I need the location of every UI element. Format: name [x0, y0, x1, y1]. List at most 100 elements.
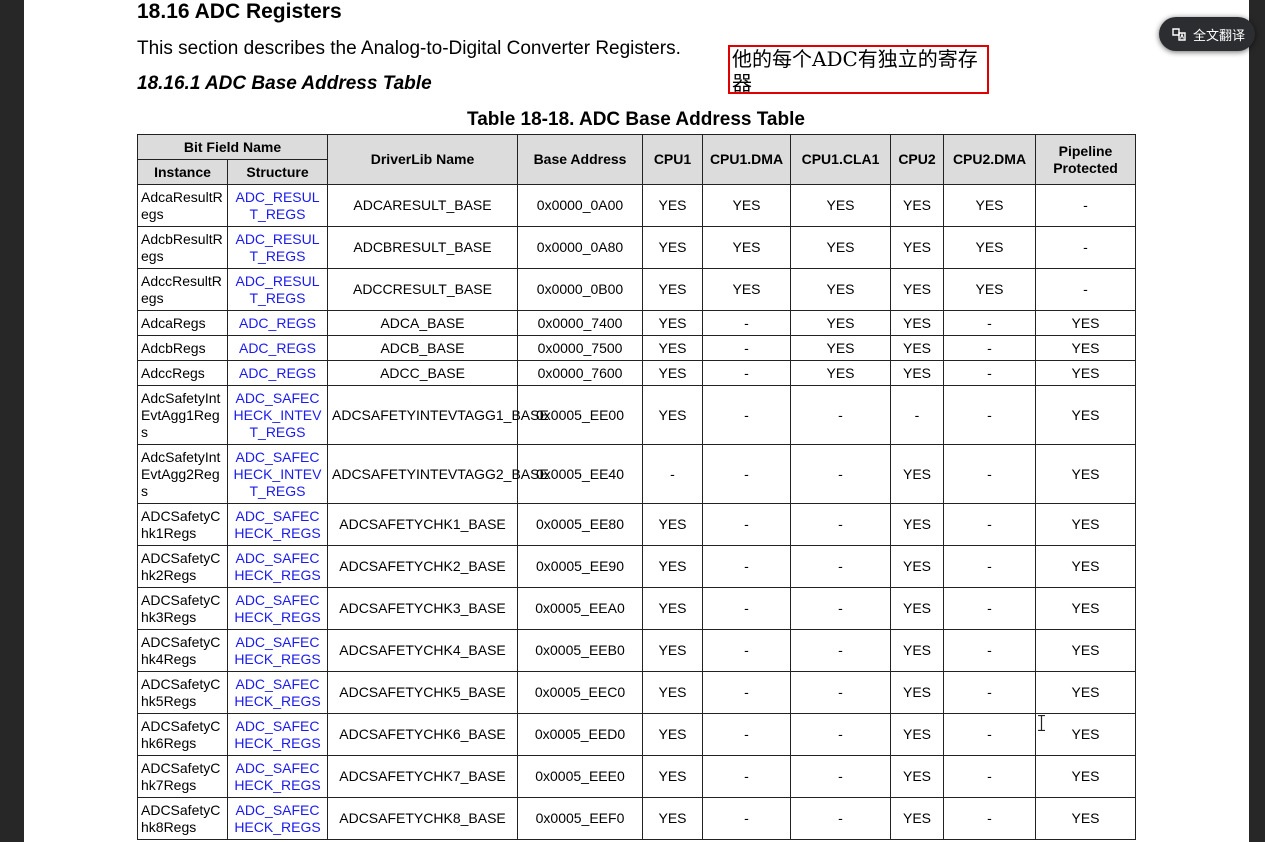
base-address-cell: 0x0005_EE80 — [517, 503, 643, 546]
cpu1-cell: YES — [642, 226, 703, 269]
base-address-cell: 0x0005_EED0 — [517, 713, 643, 756]
pipeline-protected-header: Pipeline Protected — [1035, 134, 1136, 185]
bit-field-name-header: Bit Field Name — [137, 134, 328, 160]
pipeline-protected-cell: YES — [1035, 797, 1136, 840]
driverlib-cell: ADCC_BASE — [327, 360, 518, 386]
section-heading: 18.16 ADC Registers — [137, 0, 342, 23]
cpu1-cla1-cell: - — [790, 797, 891, 840]
base-address-cell: 0x0000_0A80 — [517, 226, 643, 269]
pipeline-protected-cell: YES — [1035, 713, 1136, 756]
pipeline-protected-cell: - — [1035, 184, 1136, 227]
cpu1-cell: YES — [642, 629, 703, 672]
instance-cell: ADCSafetyChk5Regs — [137, 671, 228, 714]
cpu1-cla1-cell: YES — [790, 268, 891, 311]
cpu1-dma-cell: - — [702, 629, 791, 672]
cpu1-dma-cell: - — [702, 545, 791, 588]
cpu1-cla1-cell: - — [790, 503, 891, 546]
table-row: AdcaResultRegs ADC_RESULT_REGS ADCARESULT_… — [137, 184, 1136, 227]
structure-cell[interactable]: ADC_REGS — [227, 335, 328, 361]
cpu1-dma-cell: - — [702, 310, 791, 336]
cpu2-dma-cell: YES — [943, 226, 1036, 269]
driverlib-cell: ADCB_BASE — [327, 335, 518, 361]
base-address-cell: 0x0005_EEF0 — [517, 797, 643, 840]
cpu1-dma-cell: - — [702, 671, 791, 714]
table-row: ADCSafetyChk4Regs ADC_SAFECHECK_REGS ADCSA… — [137, 629, 1136, 672]
cpu1-cell: YES — [642, 385, 703, 445]
cpu2-dma-cell: - — [943, 444, 1036, 504]
driverlib-cell: ADCBRESULT_BASE — [327, 226, 518, 269]
cpu2-cell: YES — [890, 226, 944, 269]
cpu1-cell: YES — [642, 545, 703, 588]
instance-cell: ADCSafetyChk3Regs — [137, 587, 228, 630]
structure-cell[interactable]: ADC_SAFECHECK_REGS — [227, 503, 328, 546]
cpu2-cell: YES — [890, 360, 944, 386]
cpu2-dma-cell: - — [943, 503, 1036, 546]
cpu2-dma-cell: - — [943, 629, 1036, 672]
table-row: AdcSafetyIntEvtAgg1Regs ADC_SAFECHECK_INT… — [137, 385, 1136, 445]
structure-cell[interactable]: ADC_RESULT_REGS — [227, 226, 328, 269]
structure-cell[interactable]: ADC_SAFECHECK_REGS — [227, 545, 328, 588]
structure-cell[interactable]: ADC_SAFECHECK_REGS — [227, 629, 328, 672]
base-address-cell: 0x0005_EEB0 — [517, 629, 643, 672]
structure-cell[interactable]: ADC_SAFECHECK_REGS — [227, 755, 328, 798]
subsection-heading: 18.16.1 ADC Base Address Table — [137, 73, 432, 94]
driverlib-cell: ADCSAFETYCHK8_BASE — [327, 797, 518, 840]
table-row: ADCSafetyChk1Regs ADC_SAFECHECK_REGS ADCSA… — [137, 503, 1136, 546]
driverlib-cell: ADCSAFETYCHK5_BASE — [327, 671, 518, 714]
cpu2-dma-cell: - — [943, 797, 1036, 840]
driverlib-cell: ADCSAFETYCHK7_BASE — [327, 755, 518, 798]
cpu1-cell: YES — [642, 335, 703, 361]
cpu1-cell: YES — [642, 671, 703, 714]
cpu2-dma-cell: - — [943, 360, 1036, 386]
cpu1-cla1-header: CPU1.CLA1 — [790, 134, 891, 185]
structure-cell[interactable]: ADC_RESULT_REGS — [227, 268, 328, 311]
cpu2-dma-cell: - — [943, 671, 1036, 714]
structure-cell[interactable]: ADC_REGS — [227, 310, 328, 336]
cpu1-dma-cell: YES — [702, 226, 791, 269]
cpu1-dma-cell: - — [702, 360, 791, 386]
structure-cell[interactable]: ADC_SAFECHECK_REGS — [227, 713, 328, 756]
structure-cell[interactable]: ADC_REGS — [227, 360, 328, 386]
cpu1-cla1-cell: - — [790, 671, 891, 714]
cpu2-cell: YES — [890, 268, 944, 311]
table-row: ADCSafetyChk2Regs ADC_SAFECHECK_REGS ADCSA… — [137, 545, 1136, 588]
cpu1-dma-cell: - — [702, 444, 791, 504]
cpu1-dma-cell: - — [702, 713, 791, 756]
driverlib-cell: ADCSAFETYCHK1_BASE — [327, 503, 518, 546]
pipeline-protected-cell: - — [1035, 226, 1136, 269]
base-address-cell: 0x0000_0B00 — [517, 268, 643, 311]
instance-cell: AdcaResultRegs — [137, 184, 228, 227]
table-row: AdccResultRegs ADC_RESULT_REGS ADCCRESULT_… — [137, 268, 1136, 311]
instance-cell: AdcbResultRegs — [137, 226, 228, 269]
translate-button[interactable]: 全文翻译 — [1159, 17, 1255, 51]
table-row: AdcbResultRegs ADC_RESULT_REGS ADCBRESULT_… — [137, 226, 1136, 269]
cpu1-dma-cell: - — [702, 385, 791, 445]
structure-cell[interactable]: ADC_SAFECHECK_INTEVT_REGS — [227, 444, 328, 504]
structure-cell[interactable]: ADC_SAFECHECK_REGS — [227, 671, 328, 714]
pipeline-protected-cell: YES — [1035, 444, 1136, 504]
instance-cell: AdcSafetyIntEvtAgg1Regs — [137, 385, 228, 445]
driverlib-name-header: DriverLib Name — [327, 134, 518, 185]
annotation-note[interactable]: 他的每个ADC有独立的寄存器 — [728, 45, 989, 94]
structure-cell[interactable]: ADC_SAFECHECK_REGS — [227, 797, 328, 840]
table-row: ADCSafetyChk5Regs ADC_SAFECHECK_REGS ADCSA… — [137, 671, 1136, 714]
pipeline-protected-cell: YES — [1035, 335, 1136, 361]
pipeline-protected-cell: YES — [1035, 310, 1136, 336]
intro-text: This section describes the Analog-to-Dig… — [137, 38, 681, 59]
cpu1-cell: YES — [642, 310, 703, 336]
structure-cell[interactable]: ADC_RESULT_REGS — [227, 184, 328, 227]
cpu2-dma-cell: - — [943, 335, 1036, 361]
structure-cell[interactable]: ADC_SAFECHECK_REGS — [227, 587, 328, 630]
translate-label: 全文翻译 — [1193, 27, 1246, 43]
cpu2-cell: YES — [890, 755, 944, 798]
translate-icon — [1172, 28, 1186, 41]
table-body: AdcaResultRegs ADC_RESULT_REGS ADCARESULT_… — [137, 184, 1136, 840]
cpu2-dma-cell: - — [943, 755, 1036, 798]
cpu1-cell: YES — [642, 184, 703, 227]
cpu2-cell: YES — [890, 335, 944, 361]
cpu2-header: CPU2 — [890, 134, 944, 185]
structure-cell[interactable]: ADC_SAFECHECK_INTEVT_REGS — [227, 385, 328, 445]
cpu1-cla1-cell: - — [790, 629, 891, 672]
cpu2-dma-cell: - — [943, 587, 1036, 630]
base-address-cell: 0x0005_EE00 — [517, 385, 643, 445]
